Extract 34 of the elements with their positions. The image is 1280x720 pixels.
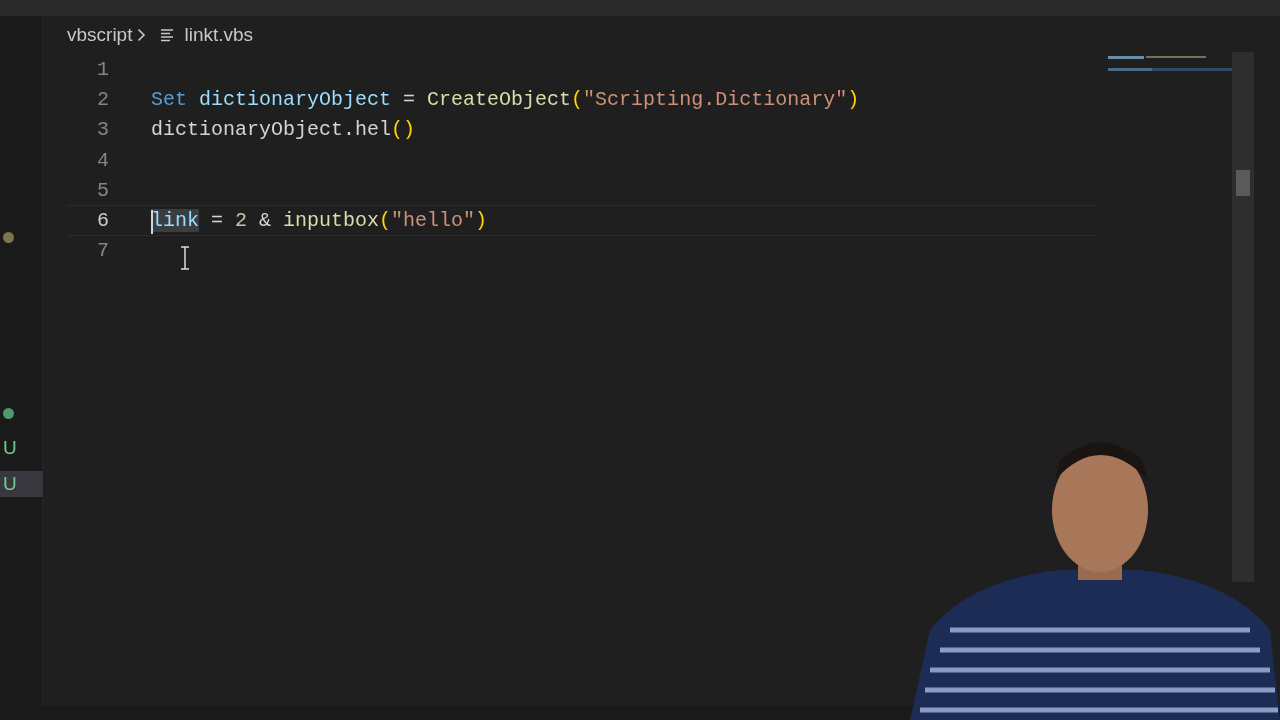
code-token: "Scripting.Dictionary": [583, 87, 848, 111]
code-token: (): [391, 118, 416, 142]
line-number: 6: [96, 209, 109, 233]
line-number: 1: [96, 57, 109, 81]
code-token: ): [847, 87, 860, 111]
untracked-badge[interactable]: U: [0, 471, 43, 497]
file-lines-icon: [160, 28, 175, 42]
code-token: dictionaryObject.hel: [151, 118, 392, 142]
untracked-badge[interactable]: U: [0, 435, 43, 461]
code-token: 2: [235, 209, 248, 233]
line-number: 5: [96, 178, 109, 202]
line-number: 2: [96, 87, 109, 111]
code-token: (: [379, 209, 392, 233]
code-token: =: [210, 209, 225, 233]
breadcrumb-folder[interactable]: vbscript: [67, 24, 133, 46]
line-number: 3: [96, 118, 109, 142]
scrollbar-thumb[interactable]: [1236, 170, 1250, 196]
chevron-icon: [137, 28, 147, 42]
code-token: "hello": [391, 209, 476, 233]
line-number: 4: [96, 148, 109, 172]
code-token: CreateObject: [427, 87, 572, 111]
code-token: inputbox: [283, 209, 380, 233]
text-cursor-icon: [180, 246, 190, 270]
text-caret: [151, 210, 153, 235]
code-token: link: [151, 209, 199, 233]
code-token: Set: [151, 87, 188, 111]
code-token: ): [475, 209, 488, 233]
code-token: (: [571, 87, 584, 111]
line-number: 7: [96, 239, 109, 263]
scrollbar[interactable]: [1232, 52, 1254, 582]
code-token: &: [258, 209, 273, 233]
breadcrumb-file[interactable]: linkt.vbs: [184, 24, 254, 46]
code-token: =: [402, 87, 417, 111]
code-token: dictionaryObject: [199, 87, 392, 111]
